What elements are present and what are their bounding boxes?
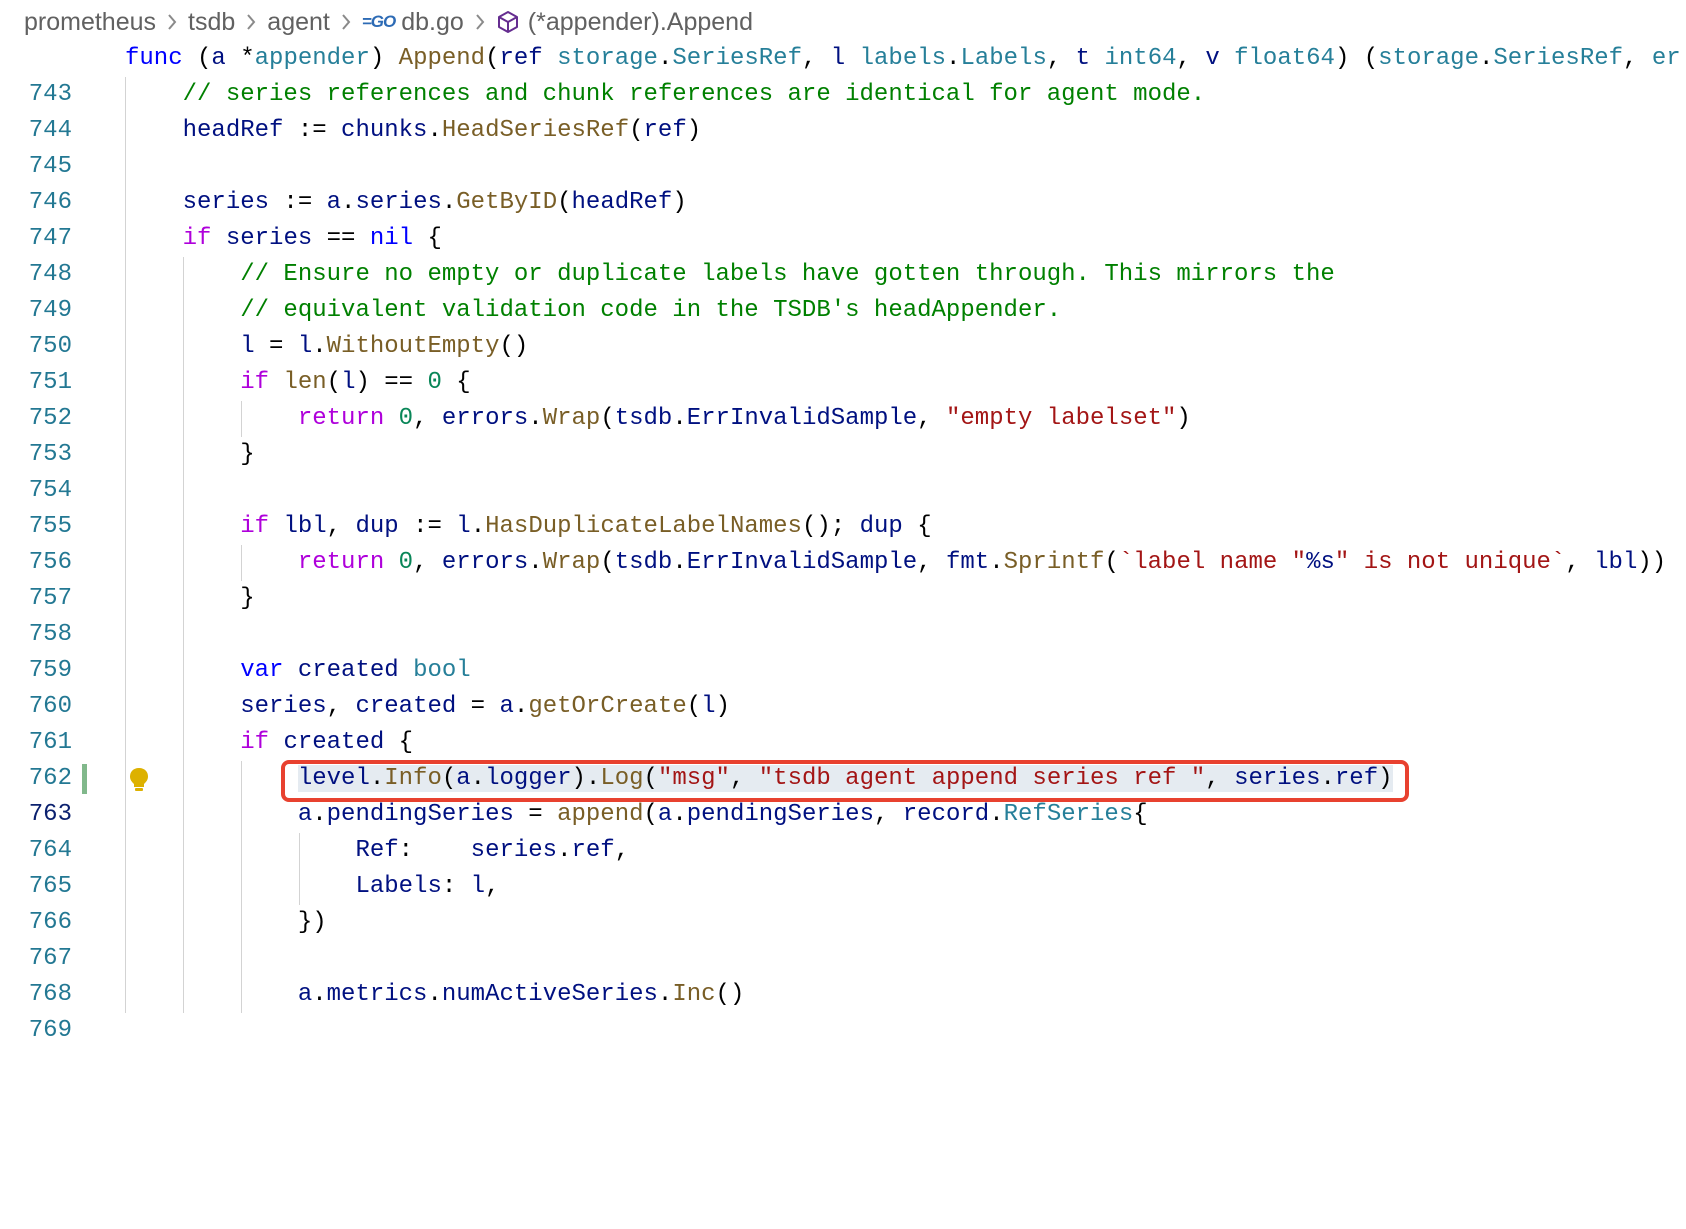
code-text: } [125, 441, 255, 468]
code-text: // series references and chunk reference… [182, 81, 1206, 108]
code-text: var created bool [240, 657, 471, 684]
indent-guide [125, 149, 126, 185]
breadcrumb-item-prometheus[interactable]: prometheus [24, 8, 156, 37]
code-line: 768 [0, 941, 1686, 1008]
code-line: 760 var created bool [0, 653, 1686, 720]
code-line: 746 [0, 149, 1686, 216]
code-text: // equivalent validation code in the TSD… [240, 297, 1062, 324]
code-editor[interactable]: 743 func (a *appender) Append(ref storag… [0, 41, 1686, 1044]
code-text: a.pendingSeries = append(a.pendingSeries… [297, 801, 1148, 828]
code-line: 743 func (a *appender) Append(ref storag… [0, 41, 1686, 108]
breadcrumb-item-symbol[interactable]: (*appender).Append [528, 8, 753, 37]
code-text: return 0, errors.Wrap(tsdb.ErrInvalidSam… [297, 549, 1667, 576]
breadcrumb: prometheus tsdb agent =GO db.go (*append… [0, 0, 1686, 44]
code-text: return 0, errors.Wrap(tsdb.ErrInvalidSam… [297, 405, 1191, 432]
code-text: l = l.WithoutEmpty() [240, 333, 529, 360]
code-line: 757 return 0, errors.Wrap(tsdb.ErrInvali… [0, 545, 1686, 612]
code-text: a.metrics.numActiveSeries.Inc() [297, 981, 745, 1008]
code-line: 767 }) [0, 905, 1686, 972]
modified-line-gutter-marker [82, 764, 87, 794]
code-text: series := a.series.GetByID(headRef) [182, 189, 687, 216]
code-text: if lbl, dup := l.HasDuplicateLabelNames(… [240, 513, 932, 540]
code-text: func (a *appender) Append(ref storage.Se… [125, 45, 1681, 72]
code-line: 748 if series == nil { [0, 221, 1686, 288]
code-line: 745 headRef := chunks.HeadSeriesRef(ref) [0, 113, 1686, 180]
code-line: 762 if created { [0, 725, 1686, 792]
code-line: 758 } [0, 581, 1686, 648]
code-text: if created { [240, 729, 414, 756]
chevron-right-icon [166, 12, 178, 32]
indent-guide [125, 941, 126, 977]
code-line: 753 return 0, errors.Wrap(tsdb.ErrInvali… [0, 401, 1686, 468]
code-line: 756 if lbl, dup := l.HasDuplicateLabelNa… [0, 509, 1686, 576]
code-text: } [125, 585, 255, 612]
code-line: 754 } [0, 437, 1686, 504]
indent-guide [125, 473, 126, 509]
code-text: Labels: l, [355, 873, 500, 900]
method-cube-icon [496, 10, 520, 34]
breadcrumb-item-tsdb[interactable]: tsdb [188, 8, 235, 37]
breadcrumb-item-agent[interactable]: agent [267, 8, 330, 37]
code-line: 751 l = l.WithoutEmpty() [0, 329, 1686, 396]
code-line: 764 a.pendingSeries = append(a.pendingSe… [0, 797, 1686, 864]
code-text: }) [125, 909, 327, 936]
code-text: if series == nil { [182, 225, 442, 252]
breadcrumb-item-file[interactable]: db.go [401, 8, 464, 37]
code-line: 755 [0, 473, 1686, 540]
code-text: headRef := chunks.HeadSeriesRef(ref) [182, 117, 702, 144]
indent-guide [241, 941, 242, 977]
code-line: 761 series, created = a.getOrCreate(l) [0, 689, 1686, 756]
code-line: 766 Labels: l, [0, 869, 1686, 936]
go-file-icon: =GO [361, 12, 396, 31]
annotation-highlight-box [281, 760, 1409, 802]
line-number: 769 [28, 1017, 72, 1044]
indent-guide [183, 473, 184, 509]
code-line: 747 series := a.series.GetByID(headRef) [0, 185, 1686, 252]
code-line: 744 // series references and chunk refer… [0, 77, 1686, 144]
code-line: 750 // equivalent validation code in the… [0, 293, 1686, 360]
code-text: // Ensure no empty or duplicate labels h… [240, 261, 1335, 288]
code-text: Ref: series.ref, [355, 837, 630, 864]
code-text: if len(l) == 0 { [240, 369, 471, 396]
code-text: series, created = a.getOrCreate(l) [240, 693, 730, 720]
indent-guide [183, 617, 184, 653]
chevron-right-icon [474, 12, 486, 32]
code-line: 749 // Ensure no empty or duplicate labe… [0, 257, 1686, 324]
indent-guide [125, 617, 126, 653]
code-line: 752 if len(l) == 0 { [0, 365, 1686, 432]
code-line: 769 a.metrics.numActiveSeries.Inc() [0, 977, 1686, 1044]
code-line: 765 Ref: series.ref, [0, 833, 1686, 900]
indent-guide [183, 941, 184, 977]
code-line: 759 [0, 617, 1686, 684]
chevron-right-icon [340, 12, 352, 32]
chevron-right-icon [245, 12, 257, 32]
